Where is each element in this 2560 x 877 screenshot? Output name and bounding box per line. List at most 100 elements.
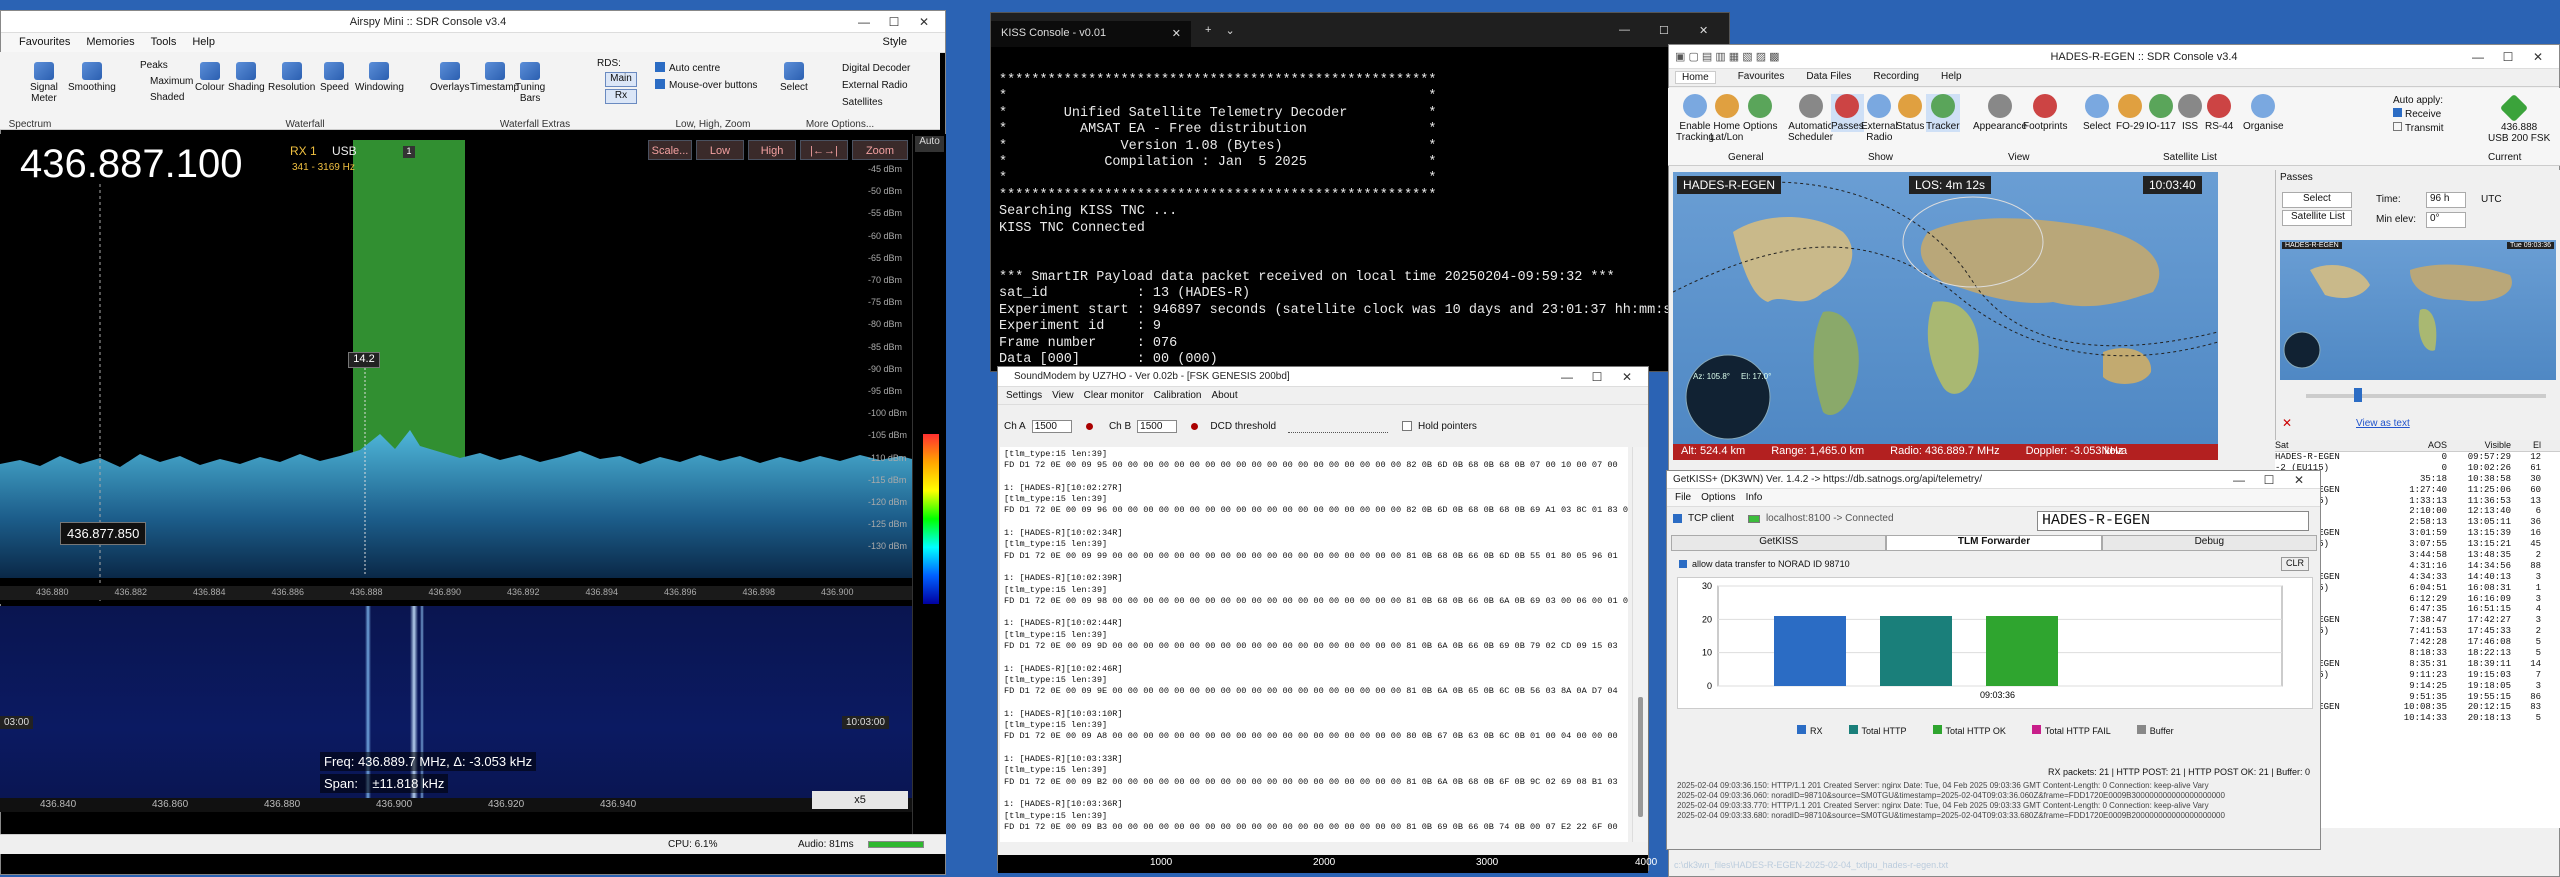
menu-about[interactable]: About	[1211, 390, 1237, 401]
ribbon-button[interactable]: Passes	[1831, 94, 1864, 132]
tool-button[interactable]: Windowing	[355, 62, 404, 93]
tool-button[interactable]: Overlays	[430, 62, 469, 93]
tool-button[interactable]: Shading	[228, 62, 265, 93]
ribbon-button[interactable]: FO-29	[2116, 94, 2144, 132]
ribbon-button[interactable]: Organise	[2243, 94, 2284, 132]
satellite-list-button[interactable]: Satellite List	[2282, 210, 2352, 226]
tab-recording[interactable]: Recording	[1873, 71, 1919, 84]
auto-button[interactable]: Auto	[915, 136, 944, 152]
chevron-down-icon[interactable]: ⌄	[1225, 24, 1234, 37]
tool-button[interactable]: Signal Meter	[30, 62, 58, 104]
tool-button[interactable]: Colour	[195, 62, 224, 93]
high-button[interactable]: High	[748, 140, 796, 160]
select-button[interactable]: Select	[2282, 192, 2352, 208]
tab-data-files[interactable]: Data Files	[1806, 71, 1851, 84]
receive-check[interactable]: Receive	[2393, 108, 2444, 122]
menu-view[interactable]: View	[1052, 390, 1074, 401]
ribbon-button[interactable]: Options	[1743, 94, 1777, 132]
digital-decoder-item[interactable]: Digital Decoder	[828, 60, 910, 77]
close-button[interactable]: ✕	[2284, 473, 2314, 487]
tool-button[interactable]: Resolution	[268, 62, 315, 93]
soundmodem-scrollbar[interactable]	[1632, 447, 1648, 842]
clr-button[interactable]: CLR	[2281, 557, 2309, 571]
minimize-button[interactable]: —	[849, 15, 879, 29]
range-button[interactable]: |←→|	[800, 140, 848, 160]
close-icon[interactable]: ✕	[2282, 416, 2292, 430]
maximize-button[interactable]: ☐	[2493, 50, 2523, 64]
maximize-button[interactable]: ☐	[1659, 24, 1699, 37]
min-elev-select[interactable]: 0°	[2426, 212, 2466, 228]
ribbon-button[interactable]: External Radio	[1861, 94, 1898, 143]
waterfall[interactable]: 03:00 10:03:00 Freq: 436.889.7 MHz, Δ: -…	[0, 606, 912, 812]
ribbon-button[interactable]: Footprints	[2023, 94, 2067, 132]
new-tab-icon[interactable]: +	[1205, 24, 1211, 36]
tool-button[interactable]: Select	[780, 62, 808, 93]
maximize-button[interactable]: ☐	[1582, 370, 1612, 384]
ribbon-button[interactable]: IO-117	[2146, 94, 2176, 132]
menu-info[interactable]: Info	[1746, 492, 1763, 503]
zoom-button[interactable]: Zoom	[852, 140, 908, 160]
tab-tlm-forwarder[interactable]: TLM Forwarder	[1886, 535, 2102, 551]
tool-button[interactable]: Maximum	[150, 76, 193, 87]
frequency-display[interactable]: 436.887.100	[20, 142, 242, 187]
rds-rx-button[interactable]: Rx	[605, 89, 637, 104]
time-select[interactable]: 96 h	[2426, 192, 2466, 208]
spectrum-display[interactable]: 436.887.100 RX 1 USB 341 - 3169 Hz 1 Sca…	[0, 134, 912, 604]
style-menu[interactable]: Style	[883, 36, 907, 49]
tool-button[interactable]: Smoothing	[68, 62, 116, 93]
tab-debug[interactable]: Debug	[2101, 535, 2317, 551]
cha-input[interactable]: 1500	[1031, 419, 1072, 433]
zoom-control[interactable]: x5	[812, 791, 908, 809]
minimize-button[interactable]: —	[1619, 24, 1659, 36]
close-button[interactable]: ✕	[1699, 24, 1729, 37]
tool-button[interactable]: Tuning Bars	[515, 62, 545, 104]
minimize-button[interactable]: —	[2224, 473, 2254, 487]
ribbon-button[interactable]: ISS	[2178, 94, 2202, 132]
ribbon-button[interactable]: RS-44	[2205, 94, 2233, 132]
menu-favourites[interactable]: Favourites	[19, 36, 70, 49]
hold-checkbox[interactable]	[1402, 421, 1413, 431]
minimize-button[interactable]: —	[2463, 50, 2493, 64]
transmit-check[interactable]: Transmit	[2393, 122, 2444, 136]
menu-clear-monitor[interactable]: Clear monitor	[1084, 390, 1144, 401]
menu-calibration[interactable]: Calibration	[1154, 390, 1202, 401]
http-log[interactable]: 2025-02-04 09:03:36.150: HTTP/1.1 201 Cr…	[1677, 781, 2313, 821]
low-button[interactable]: Low	[696, 140, 744, 160]
ribbon-button[interactable]: Home Lat/Lon	[1710, 94, 1743, 143]
ribbon-button[interactable]: Appearance	[1973, 94, 2027, 132]
menu-settings[interactable]: Settings	[1006, 390, 1042, 401]
close-icon[interactable]: ✕	[1172, 27, 1181, 41]
tab-getkiss[interactable]: GetKISS	[1671, 535, 1887, 551]
tab-help[interactable]: Help	[1941, 71, 1962, 84]
rds-main-button[interactable]: Main	[605, 72, 637, 87]
menu-tools[interactable]: Tools	[151, 36, 177, 49]
tcp-checkbox[interactable]	[1673, 514, 1682, 523]
soundmodem-monitor[interactable]: [tlm_type:15 len:39] FD D1 72 0E 00 09 95…	[1000, 447, 1628, 842]
tool-button[interactable]: Timestamp	[470, 62, 519, 93]
external-radio-item[interactable]: External Radio	[828, 77, 910, 94]
slider[interactable]	[2306, 388, 2546, 402]
ribbon-button[interactable]: Status	[1896, 94, 1924, 132]
quick-access-icons[interactable]: ▣ ▢ ▤ ▥ ▦ ▧ ▨ ▩	[1675, 50, 1825, 63]
minimize-button[interactable]: —	[1552, 370, 1582, 384]
ribbon-button[interactable]: Enable Tracking	[1676, 94, 1714, 143]
close-button[interactable]: ✕	[909, 15, 939, 29]
ribbon-button[interactable]: Automatic Scheduler	[1788, 94, 1833, 143]
kiss-tab[interactable]: KISS Console - v0.01 ✕	[991, 21, 1191, 47]
current-freq[interactable]: 436.888 USB 200 FSK	[2488, 122, 2550, 144]
satellite-select[interactable]: HADES-R-EGEN	[2037, 511, 2309, 531]
ribbon-button[interactable]: Tracker	[1926, 94, 1960, 132]
tool-button[interactable]: Peaks	[140, 60, 168, 71]
menu-memories[interactable]: Memories	[86, 36, 134, 49]
dcd-slider[interactable]	[1288, 419, 1389, 433]
tab-favourites[interactable]: Favourites	[1738, 71, 1785, 84]
chb-input[interactable]: 1500	[1137, 419, 1178, 433]
tab-home[interactable]: Home	[1675, 71, 1716, 84]
utc-check[interactable]: UTC	[2481, 194, 2502, 205]
satellites-item[interactable]: Satellites	[828, 94, 910, 111]
world-map[interactable]: HADES-R-EGEN LOS: 4m 12s 10:03:40 Az: 10…	[1673, 172, 2218, 444]
auto-centre-check[interactable]: Auto centre	[655, 60, 757, 77]
mouse-over-check[interactable]: Mouse-over buttons	[655, 77, 757, 94]
maximize-button[interactable]: ☐	[2254, 473, 2284, 487]
menu-file[interactable]: File	[1675, 492, 1691, 503]
